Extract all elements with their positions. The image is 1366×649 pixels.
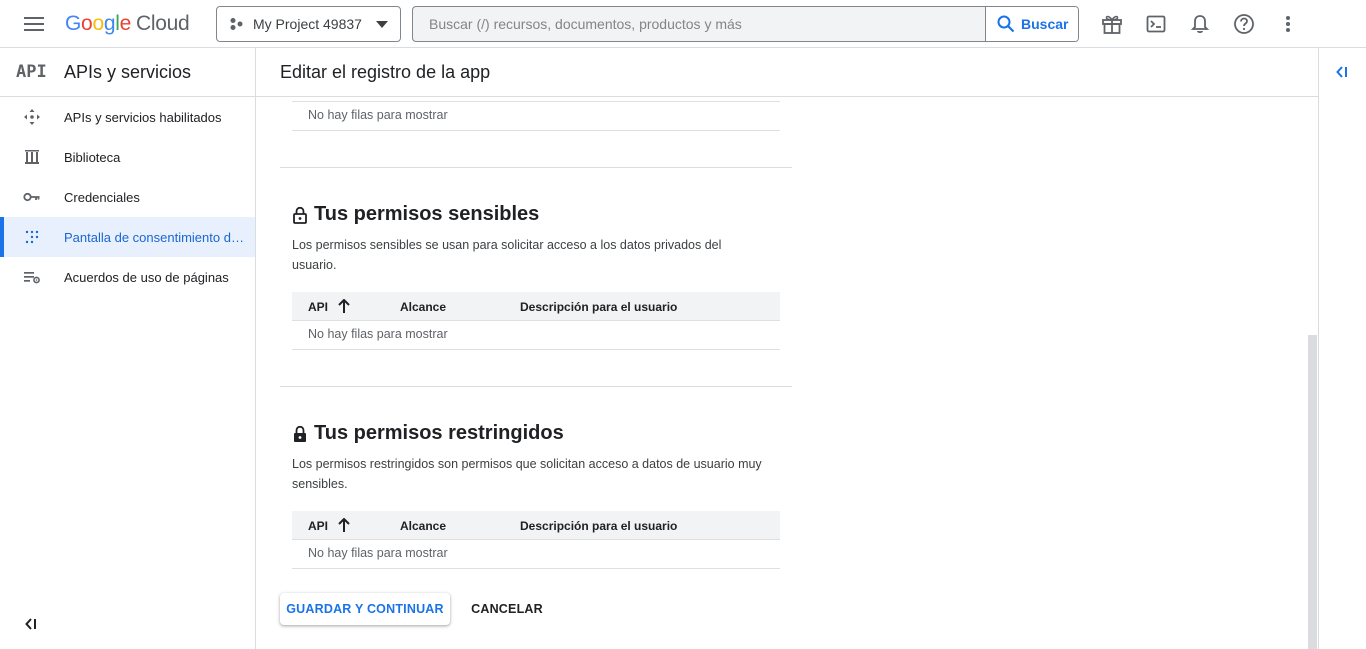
sidebar-item-label: Credenciales — [64, 189, 140, 205]
column-header-user-description: Descripción para el usuario — [520, 519, 678, 533]
restricted-scopes-description: Los permisos restringidos son permisos q… — [292, 457, 762, 491]
column-label: API — [308, 519, 329, 533]
lock-icon — [294, 425, 306, 442]
sidebar-item-page-usage-agreements[interactable]: Acuerdos de uso de páginas — [0, 257, 255, 297]
column-header-scope: Alcance — [400, 519, 447, 533]
cancel-button[interactable]: CANCELAR — [460, 593, 554, 625]
restricted-scopes-title: Tus permisos restringidos — [292, 422, 564, 445]
google-wordmark: Google — [65, 12, 131, 35]
terminal-icon — [1146, 15, 1166, 33]
collapse-left-icon — [25, 618, 36, 630]
sidebar-item-label: Acuerdos de uso de páginas — [64, 269, 229, 285]
search-button[interactable]: Buscar — [985, 7, 1078, 41]
api-badge: API — [16, 62, 47, 82]
gift-icon — [1102, 15, 1122, 34]
expand-panel-button[interactable] — [1333, 62, 1353, 82]
more-vert-icon — [1286, 16, 1290, 32]
sidebar-item-enabled-apis[interactable]: APIs y servicios habilitados — [0, 97, 255, 137]
scrollbar-thumb[interactable] — [1308, 335, 1317, 649]
section-heading: Tus permisos sensibles — [314, 203, 540, 225]
section-divider — [280, 167, 792, 168]
sidebar-item-label: Pantalla de consentimiento de OAuth — [64, 229, 244, 245]
page-title: Editar el registro de la app — [256, 48, 1318, 97]
google-cloud-logo[interactable]: Google Cloud — [65, 10, 190, 38]
cloud-shell-button[interactable] — [1144, 12, 1168, 36]
column-header-user-description: Descripción para el usuario — [520, 300, 678, 314]
arrow-upward-icon — [338, 299, 350, 313]
sidebar-item-oauth-consent[interactable]: Pantalla de consentimiento de OAuth — [0, 217, 255, 257]
sidebar-title[interactable]: APIs y servicios — [64, 62, 191, 83]
save-and-continue-button[interactable]: GUARDAR Y CONTINUAR — [280, 593, 450, 625]
hamburger-menu-icon — [24, 17, 44, 31]
notifications-button[interactable] — [1188, 12, 1212, 36]
sidebar-header: API APIs y servicios — [0, 48, 255, 97]
sidebar-item-label: APIs y servicios habilitados — [64, 109, 222, 125]
key-icon — [0, 192, 64, 202]
sensitive-scopes-description: Los permisos sensibles se usan para soli… — [292, 238, 722, 272]
main-menu-button[interactable] — [14, 8, 54, 40]
sidebar-item-library[interactable]: Biblioteca — [0, 137, 255, 177]
right-panel-rail — [1318, 48, 1366, 649]
column-label: API — [308, 300, 329, 314]
section-divider — [280, 386, 792, 387]
table-divider — [292, 349, 780, 350]
lock-open-icon — [293, 206, 307, 224]
cloud-wordmark: Cloud — [135, 12, 190, 35]
help-button[interactable] — [1232, 12, 1256, 36]
chevron-down-icon — [376, 21, 388, 28]
page-usage-icon — [0, 270, 64, 284]
search-input[interactable]: Buscar (/) recursos, documentos, product… — [413, 7, 985, 41]
empty-table-message: No hay filas para mostrar — [308, 108, 448, 122]
sensitive-scopes-title: Tus permisos sensibles — [292, 203, 539, 226]
enabled-apis-icon — [0, 108, 64, 126]
library-icon — [0, 149, 64, 165]
restricted-scopes-table-header: API Alcance Descripción para el usuario — [292, 511, 780, 540]
sensitive-scopes-table-header: API Alcance Descripción para el usuario — [292, 292, 780, 321]
collapse-left-icon — [1336, 66, 1347, 78]
empty-table-message: No hay filas para mostrar — [308, 327, 448, 341]
sidebar-item-label: Biblioteca — [64, 149, 121, 165]
top-app-bar: Google Cloud My Project 49837 Buscar (/)… — [0, 0, 1366, 48]
column-header-scope: Alcance — [400, 300, 447, 314]
sidebar: API APIs y servicios APIs y servicios ha… — [0, 48, 256, 649]
sidebar-item-credentials[interactable]: Credenciales — [0, 177, 255, 217]
project-hub-icon — [230, 18, 243, 30]
arrow-upward-icon — [338, 518, 350, 532]
help-icon — [1234, 14, 1254, 34]
project-name: My Project 49837 — [253, 16, 362, 32]
column-header-api[interactable]: API — [308, 299, 350, 314]
consent-screen-icon — [0, 230, 64, 244]
table-divider — [292, 101, 780, 102]
column-header-api[interactable]: API — [308, 518, 350, 533]
collapse-sidebar-button[interactable] — [22, 614, 42, 634]
gift-button[interactable] — [1100, 12, 1124, 36]
section-heading: Tus permisos restringidos — [314, 422, 564, 444]
project-selector[interactable]: My Project 49837 — [216, 6, 401, 42]
more-options-button[interactable] — [1276, 12, 1300, 36]
bell-icon — [1190, 15, 1210, 34]
table-divider — [292, 130, 780, 131]
table-divider — [292, 568, 780, 569]
search-button-label: Buscar — [1021, 16, 1069, 32]
search-icon — [997, 15, 1015, 33]
main-content: No hay filas para mostrar Tus permisos s… — [256, 97, 1308, 649]
search-bar: Buscar (/) recursos, documentos, product… — [412, 6, 1079, 42]
empty-table-message: No hay filas para mostrar — [308, 546, 448, 560]
